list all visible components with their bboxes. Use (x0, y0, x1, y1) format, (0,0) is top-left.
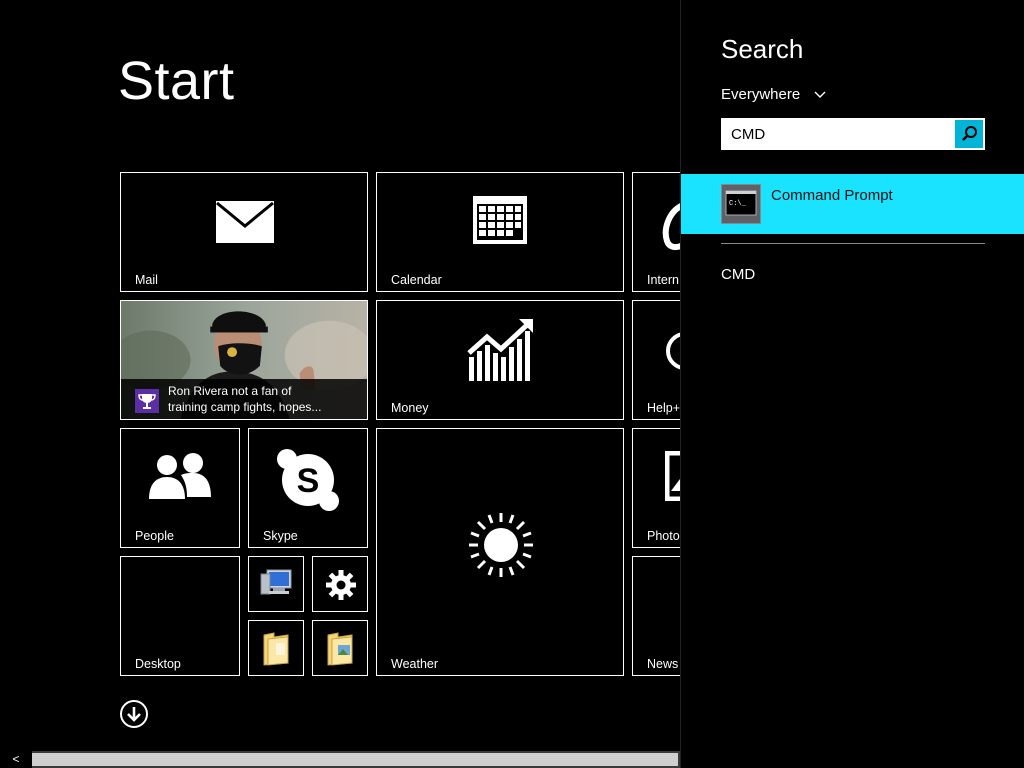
all-apps-button[interactable] (120, 700, 148, 728)
tile-money[interactable]: Money (376, 300, 624, 420)
search-box (721, 118, 985, 150)
photos-icon (665, 451, 680, 501)
tile-pictures[interactable] (312, 620, 368, 676)
tile-help[interactable]: Help+ (632, 300, 680, 420)
folder-pictures-icon (327, 632, 353, 666)
calendar-icon (473, 196, 527, 244)
tile-news-label: News (647, 657, 679, 671)
tile-settings[interactable] (312, 556, 368, 612)
people-icon (149, 453, 211, 499)
gear-icon (326, 570, 356, 600)
tile-file-explorer[interactable] (248, 620, 304, 676)
tile-skype[interactable]: S Skype (248, 428, 368, 548)
horizontal-scrollbar[interactable]: < (0, 751, 680, 768)
tile-sports-news[interactable]: Ron Rivera not a fan of training camp fi… (120, 300, 368, 420)
search-result-item[interactable]: C:\_ Command Prompt (681, 174, 1024, 234)
news-headline-line1: Ron Rivera not a fan of (168, 384, 292, 398)
tile-mail-label: Mail (135, 273, 158, 287)
tile-people-label: People (135, 529, 174, 543)
tile-weather[interactable]: Weather (376, 428, 624, 676)
tile-money-label: Money (391, 401, 429, 415)
tile-internet-explorer-label: Intern (647, 273, 679, 287)
tile-photos[interactable]: Photo (632, 428, 680, 548)
tile-people[interactable]: People (120, 428, 240, 548)
news-headline-line2: training camp fights, hopes... (168, 400, 322, 414)
tile-photos-label: Photo (647, 529, 680, 543)
chevron-down-icon (814, 91, 826, 102)
news-headline: Ron Rivera not a fan of training camp fi… (168, 383, 321, 415)
tile-skype-label: Skype (263, 529, 298, 543)
search-charm: Search Everywhere C:\_ Command Prompt CM… (680, 0, 1024, 768)
svg-text:S: S (297, 462, 320, 500)
results-divider (721, 243, 985, 244)
search-scope-label: Everywhere (721, 86, 801, 103)
command-prompt-icon: C:\_ (721, 184, 761, 224)
tile-desktop[interactable]: Desktop (120, 556, 240, 676)
tile-news[interactable]: News (632, 556, 680, 676)
scroll-left-button[interactable]: < (0, 751, 32, 768)
search-button[interactable] (955, 120, 983, 148)
folder-icon (263, 632, 289, 666)
tile-calendar[interactable]: Calendar (376, 172, 624, 292)
internet-explorer-icon (662, 203, 680, 251)
arrow-down-icon (127, 707, 141, 722)
start-title: Start (118, 51, 235, 111)
computer-icon (260, 569, 292, 595)
search-suggestion[interactable]: CMD (721, 266, 755, 283)
search-scope-dropdown[interactable]: Everywhere (721, 86, 826, 103)
start-screen: Start Mail Calendar Intern Ron Rivera no… (0, 0, 680, 768)
sun-icon (469, 513, 533, 577)
tile-weather-label: Weather (391, 657, 439, 671)
help-icon (666, 332, 680, 370)
mail-icon (216, 201, 274, 243)
search-icon (962, 126, 977, 141)
search-result-label: Command Prompt (771, 187, 893, 204)
search-input[interactable] (723, 120, 955, 148)
tile-help-label: Help+ (647, 401, 680, 415)
trophy-icon (135, 389, 159, 413)
tile-calendar-label: Calendar (391, 273, 442, 287)
tile-desktop-label: Desktop (135, 657, 181, 671)
search-charm-title: Search (721, 34, 804, 64)
tile-mail[interactable]: Mail (120, 172, 368, 292)
tile-this-pc[interactable] (248, 556, 304, 612)
scroll-thumb[interactable] (32, 753, 678, 766)
skype-icon: S (277, 449, 339, 511)
money-chart-icon (467, 319, 533, 381)
tile-internet-explorer[interactable]: Intern (632, 172, 680, 292)
svg-text:C:\_: C:\_ (729, 200, 747, 208)
